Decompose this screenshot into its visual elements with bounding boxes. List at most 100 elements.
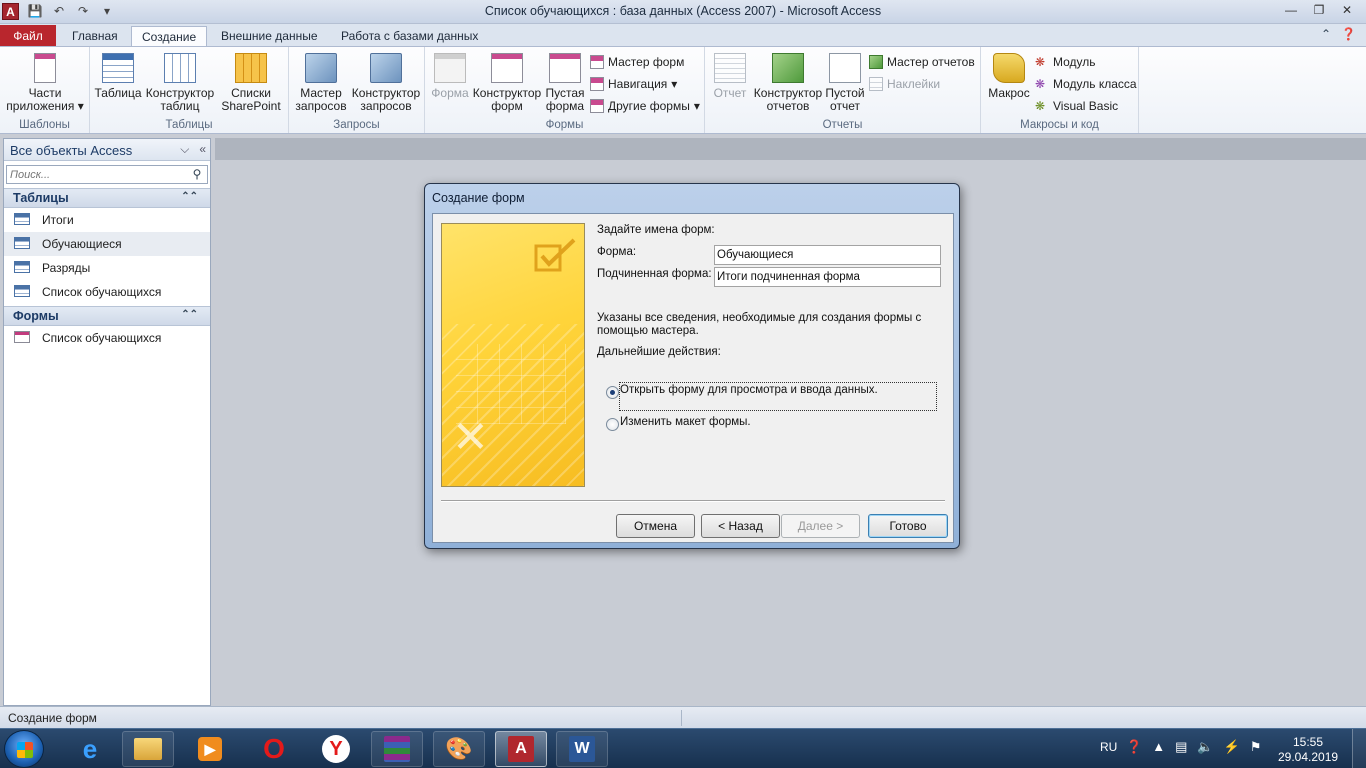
table-design-button[interactable]: Конструктор таблиц — [144, 53, 216, 113]
nav-item-table[interactable]: Список обучающихся — [4, 280, 210, 304]
nav-pane-header[interactable]: Все объекты Access ⌵ « — [4, 139, 210, 161]
tab-create[interactable]: Создание — [131, 26, 208, 47]
next-button[interactable]: Далее > — [781, 514, 860, 538]
query-design-button[interactable]: Конструктор запросов — [349, 53, 423, 113]
app-parts-label: Части приложения — [6, 86, 75, 113]
form-design-button[interactable]: Конструктор форм — [471, 53, 543, 113]
form-name-input[interactable]: Обучающиеся — [714, 245, 941, 265]
labels-icon — [869, 77, 883, 91]
volume-icon[interactable]: 🔈 — [1197, 739, 1213, 755]
network-icon[interactable]: ▤ — [1175, 739, 1187, 755]
winrar-icon[interactable] — [371, 731, 423, 767]
group-label-forms: Формы — [545, 119, 584, 131]
language-indicator[interactable]: RU — [1100, 740, 1117, 754]
nav-section-tables[interactable]: Таблицы ⌃⌃ — [4, 188, 210, 208]
macro-button[interactable]: Макрос — [985, 53, 1033, 100]
form-button[interactable]: Форма — [429, 53, 471, 100]
internet-explorer-icon[interactable]: e — [64, 731, 116, 767]
form-icon — [14, 331, 30, 343]
tab-file[interactable]: Файл — [0, 25, 56, 47]
query-wizard-button[interactable]: Мастер запросов — [293, 53, 349, 113]
nav-item-label: Обучающиеся — [42, 237, 122, 251]
clock[interactable]: 15:55 29.04.2019 — [1278, 735, 1338, 765]
search-icon[interactable]: ⚲ — [189, 167, 205, 182]
nav-section-forms[interactable]: Формы ⌃⌃ — [4, 306, 210, 326]
tab-database-tools[interactable]: Работа с базами данных — [331, 26, 488, 47]
show-desktop-button[interactable] — [1352, 729, 1366, 768]
navigation-pane: Все объекты Access ⌵ « ⚲ Таблицы ⌃⌃ Итог… — [3, 138, 211, 706]
opera-icon[interactable]: O — [248, 731, 300, 767]
back-button[interactable]: < Назад — [701, 514, 780, 538]
nav-item-form[interactable]: Список обучающихся — [4, 326, 210, 350]
word-icon[interactable]: W — [556, 731, 608, 767]
tab-home[interactable]: Главная — [62, 26, 128, 47]
labels-label: Наклейки — [887, 77, 941, 91]
more-forms-icon — [590, 99, 604, 113]
macro-label: Макрос — [988, 86, 1030, 100]
blank-report-button[interactable]: Пустой отчет — [825, 53, 865, 113]
blank-form-button[interactable]: Пустая форма — [543, 53, 587, 113]
class-module-button[interactable]: ❋ Модуль класса — [1035, 75, 1137, 93]
more-forms-button[interactable]: Другие формы ▾ — [590, 97, 700, 115]
dialog-title: Создание форм — [432, 191, 525, 205]
module-icon: ❋ — [1035, 55, 1046, 69]
collapse-icon[interactable]: ⌃⌃ — [181, 191, 198, 202]
access-taskbar-icon[interactable]: A — [495, 731, 547, 767]
shutter-bar-close-icon[interactable]: « — [199, 142, 206, 157]
form-label: Форма — [431, 86, 469, 100]
sharepoint-lists-button[interactable]: Списки SharePoint — [216, 53, 286, 113]
collapse-icon[interactable]: ⌃⌃ — [181, 309, 198, 320]
visual-basic-icon: ❋ — [1035, 99, 1046, 113]
nav-item-table[interactable]: Разряды — [4, 256, 210, 280]
maximize-icon[interactable]: ❐ — [1306, 2, 1332, 19]
close-icon[interactable]: ✕ — [1334, 2, 1360, 19]
group-label-macros: Макросы и код — [1020, 119, 1099, 131]
radio-modify-layout-label[interactable]: Изменить макет формы. — [620, 416, 751, 428]
radio-modify-layout[interactable] — [606, 418, 619, 431]
group-forms: Форма Конструктор форм Пустая форма Маст… — [425, 47, 705, 133]
yandex-browser-icon[interactable]: Y — [310, 731, 362, 767]
group-label-reports: Отчеты — [822, 119, 863, 131]
minimize-icon[interactable]: — — [1278, 2, 1304, 19]
video-player-icon[interactable]: ▶ — [184, 731, 236, 767]
report-design-button[interactable]: Конструктор отчетов — [751, 53, 825, 113]
module-button[interactable]: ❋ Модуль — [1035, 53, 1096, 71]
table-button[interactable]: Таблица — [94, 53, 142, 100]
macro-icon — [993, 53, 1025, 83]
finish-button[interactable]: Готово — [868, 514, 948, 538]
group-macros: Макрос ❋ Модуль ❋ Модуль класса ❋ Visual… — [981, 47, 1139, 133]
action-center-icon[interactable]: ⚑ — [1250, 739, 1262, 755]
start-button[interactable] — [4, 730, 44, 768]
visual-basic-button[interactable]: ❋ Visual Basic — [1035, 97, 1118, 115]
paint-icon[interactable]: 🎨 — [433, 731, 485, 767]
cancel-button[interactable]: Отмена — [616, 514, 695, 538]
help-icon[interactable]: ❓ — [1341, 27, 1356, 41]
report-wizard-button[interactable]: Мастер отчетов — [869, 53, 975, 71]
app-parts-icon — [34, 53, 56, 83]
report-button[interactable]: Отчет — [709, 53, 751, 100]
nav-item-table[interactable]: Обучающиеся — [4, 232, 210, 256]
app-parts-button[interactable]: Части приложения ▾ — [4, 53, 86, 113]
power-icon[interactable]: ⚡ — [1224, 739, 1240, 755]
tab-external-data[interactable]: Внешние данные — [211, 26, 328, 47]
nav-search-input[interactable] — [7, 166, 187, 183]
table-icon — [14, 261, 30, 273]
labels-button[interactable]: Наклейки — [869, 75, 940, 93]
report-design-icon — [772, 53, 804, 83]
nav-item-label: Итоги — [42, 213, 74, 227]
show-hidden-icons-icon[interactable]: ▲ — [1152, 739, 1165, 755]
subform-name-input[interactable]: Итоги подчиненная форма — [714, 267, 941, 287]
query-design-label: Конструктор запросов — [351, 86, 421, 113]
navigation-button[interactable]: Навигация ▾ — [590, 75, 677, 93]
nav-item-table[interactable]: Итоги — [4, 208, 210, 232]
minimize-ribbon-icon[interactable]: ⌃ — [1321, 27, 1331, 41]
help-tray-icon[interactable]: ❓ — [1126, 739, 1142, 755]
radio-open-form-label[interactable]: Открыть форму для просмотра и ввода данн… — [620, 384, 878, 396]
form-design-label: Конструктор форм — [472, 86, 542, 113]
nav-pane-menu-icon[interactable]: ⌵ — [180, 142, 189, 157]
form-wizard-button[interactable]: Мастер форм — [590, 53, 684, 71]
radio-open-form[interactable] — [606, 386, 619, 399]
file-explorer-icon[interactable] — [122, 731, 174, 767]
report-wizard-label: Мастер отчетов — [887, 55, 975, 69]
title-bar: A 💾 ↶ ↷ ▾ Список обучающихся : база данн… — [0, 0, 1366, 24]
